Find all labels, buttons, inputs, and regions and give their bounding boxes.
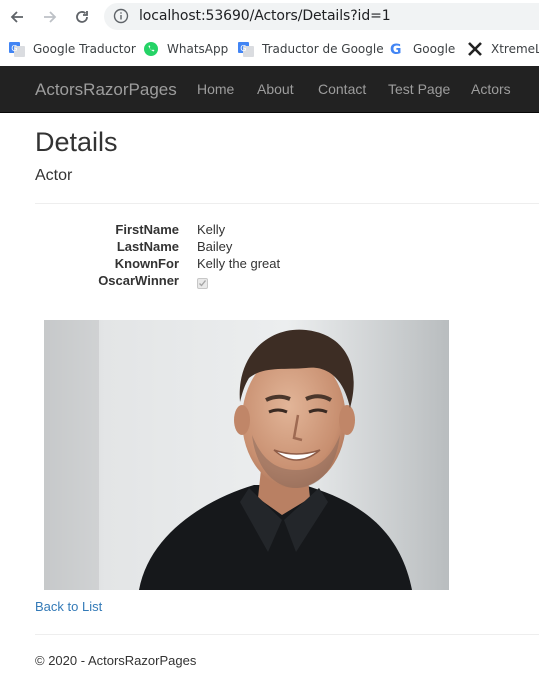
page-subtitle: Actor <box>35 167 73 184</box>
google-translate-icon: G <box>9 41 25 57</box>
bookmark-google-traductor[interactable]: G Google Traductor <box>9 40 136 58</box>
bookmark-traductor-de-google[interactable]: G Traductor de Google <box>238 40 384 58</box>
bookmarks-bar: G Google Traductor WhatsApp G Traductor … <box>0 33 539 66</box>
svg-text:G: G <box>11 44 17 53</box>
label-lastname: LastName <box>116 239 179 254</box>
reload-icon[interactable] <box>71 6 93 28</box>
oscarwinner-checkbox <box>197 278 208 289</box>
whatsapp-icon <box>143 41 159 57</box>
forward-arrow-icon[interactable] <box>39 6 61 28</box>
value-knownfor: Kelly the great <box>197 256 281 271</box>
nav-link-home[interactable]: Home <box>197 81 234 97</box>
label-firstname: FirstName <box>115 222 179 237</box>
svg-text:G: G <box>390 42 402 57</box>
value-lastname: Bailey <box>197 239 233 254</box>
divider <box>35 203 539 204</box>
bookmark-whatsapp[interactable]: WhatsApp <box>143 40 228 58</box>
browser-toolbar: localhost:53690/Actors/Details?id=1 <box>0 0 539 33</box>
address-bar[interactable]: localhost:53690/Actors/Details?id=1 <box>104 3 539 30</box>
svg-text:G: G <box>240 44 246 53</box>
footer-divider <box>35 634 539 635</box>
google-translate-icon: G <box>238 41 254 57</box>
nav-link-test-page[interactable]: Test Page <box>388 81 450 97</box>
top-navbar: ActorsRazorPages Home About Contact Test… <box>0 66 539 113</box>
url-text: localhost:53690/Actors/Details?id=1 <box>139 8 391 24</box>
nav-link-contact[interactable]: Contact <box>318 81 366 97</box>
bookmark-google[interactable]: G Google <box>389 40 455 58</box>
label-knownfor: KnownFor <box>114 256 179 271</box>
label-oscarwinner: OscarWinner <box>98 273 179 288</box>
back-arrow-icon[interactable] <box>6 6 28 28</box>
google-g-icon: G <box>389 41 405 57</box>
nav-link-about[interactable]: About <box>257 81 294 97</box>
actor-photo <box>44 320 449 590</box>
footer-text: © 2020 - ActorsRazorPages <box>35 653 197 668</box>
nav-link-actors[interactable]: Actors <box>471 81 511 97</box>
bookmark-xtremela[interactable]: XtremeLa <box>467 40 539 58</box>
page-title: Details <box>35 127 118 157</box>
value-firstname: Kelly <box>197 222 226 237</box>
xtreme-icon <box>467 41 483 57</box>
info-icon[interactable] <box>113 8 129 29</box>
navbar-brand[interactable]: ActorsRazorPages <box>35 80 177 100</box>
back-to-list-link[interactable]: Back to List <box>35 599 102 614</box>
